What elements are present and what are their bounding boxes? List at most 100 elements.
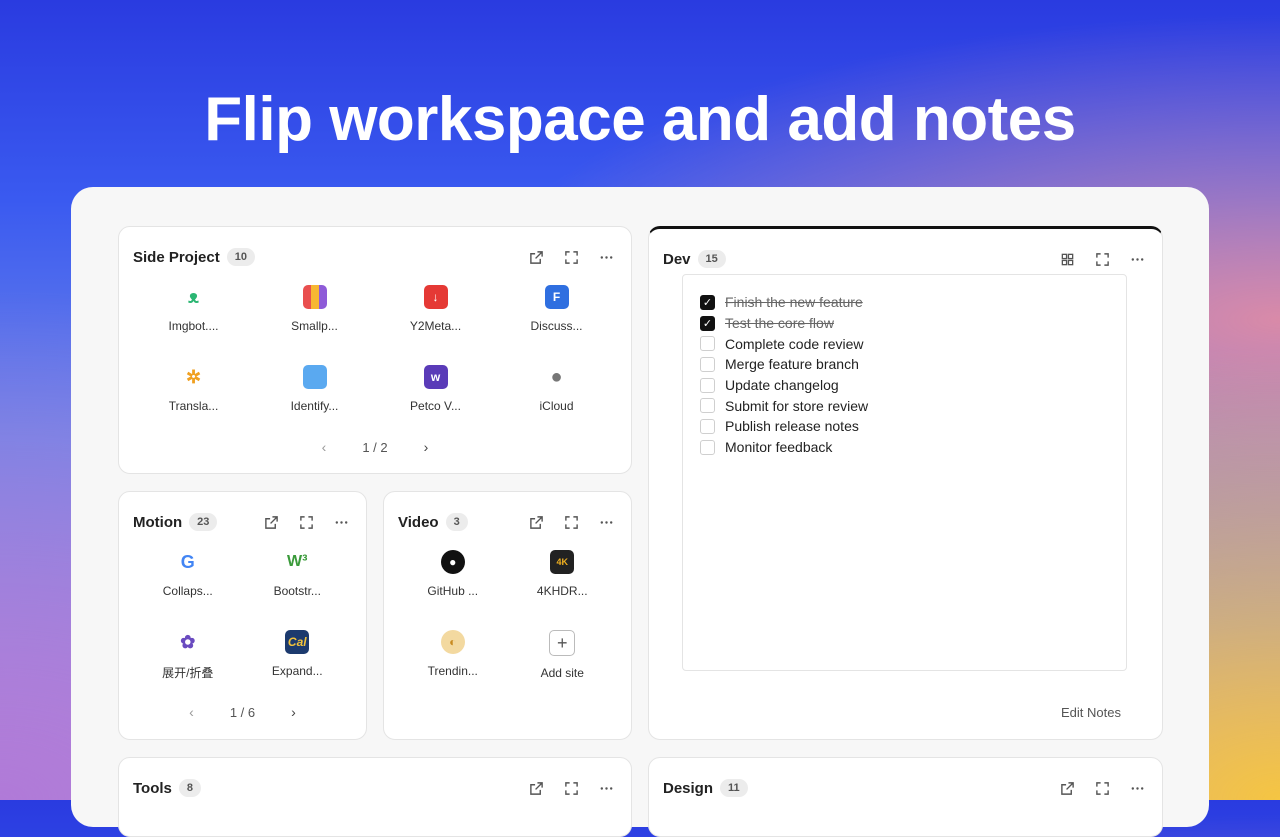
fullscreen-icon[interactable] [1092, 249, 1113, 270]
tile-label: Add site [540, 666, 584, 680]
todo-item[interactable]: Submit for store review [700, 395, 868, 416]
todo-checkbox[interactable]: ✓ [700, 315, 715, 331]
open-external-icon[interactable] [526, 247, 547, 268]
site-tile[interactable]: ✲ Transla... [133, 365, 254, 414]
todo-text: Complete code review [725, 335, 864, 352]
page-indicator: 1 / 2 [362, 439, 388, 455]
fullscreen-icon[interactable] [296, 512, 317, 533]
dots-ring-icon: ✿ [180, 631, 196, 652]
google-icon: G [180, 551, 195, 572]
count-badge: 11 [720, 779, 748, 797]
smallpdf-icon [302, 285, 327, 309]
card-title: Dev [663, 250, 691, 268]
tile-label: Petco V... [410, 399, 461, 413]
card-title: Design [663, 779, 714, 797]
site-tile[interactable]: ᴥ Imgbot.... [133, 285, 254, 334]
todo-item[interactable]: ✓ Finish the new feature [700, 292, 868, 313]
site-tile[interactable]: ● GitHub ... [398, 550, 508, 598]
tile-label: 4KHDR... [536, 584, 588, 598]
todo-text: Submit for store review [725, 397, 869, 414]
edit-notes-button[interactable]: Edit Notes [1061, 705, 1121, 720]
prev-page-icon[interactable]: ‹ [189, 704, 194, 720]
tile-label: Collaps... [162, 584, 213, 598]
site-tile[interactable]: w Petco V... [375, 365, 496, 413]
todo-item[interactable]: Merge feature branch [700, 354, 868, 375]
y2meta-icon: ↓ [423, 285, 448, 309]
translate-icon: ✲ [185, 366, 202, 387]
apple-icon: ● [550, 365, 563, 388]
count-badge: 8 [178, 779, 202, 797]
todo-text: Update changelog [725, 377, 839, 394]
notes-area[interactable]: ✓ Finish the new feature ✓ Test the core fl… [682, 274, 1127, 671]
todo-list: ✓ Finish the new feature ✓ Test the core fl… [700, 292, 868, 458]
card-video: Video 3 ● GitHub ... 4K 4KHDR... ◐ Trend… [383, 491, 632, 740]
open-external-icon[interactable] [1057, 778, 1078, 799]
more-icon[interactable] [596, 778, 617, 799]
todo-item[interactable]: Publish release notes [700, 416, 868, 437]
more-icon[interactable] [596, 512, 617, 533]
open-external-icon[interactable] [526, 778, 547, 799]
page-indicator: 1 / 6 [229, 704, 256, 720]
petco-icon: w [423, 365, 448, 389]
open-external-icon[interactable] [526, 512, 547, 533]
todo-text: Monitor feedback [725, 439, 833, 456]
site-tile[interactable]: ◐ Trendin... [398, 630, 508, 680]
trending-icon: ◐ [440, 630, 465, 654]
site-tile[interactable]: W³ Bootstr... [243, 550, 353, 598]
discuss-icon: F [544, 285, 569, 309]
todo-item[interactable]: Update changelog [700, 375, 868, 396]
pager: ‹ 1 / 2 › [119, 439, 631, 455]
site-tile[interactable]: F Discuss... [496, 285, 617, 333]
site-tile[interactable]: ● iCloud [496, 365, 617, 414]
more-icon[interactable] [1127, 249, 1148, 270]
count-badge: 23 [189, 513, 218, 531]
tile-label: Y2Meta... [409, 319, 462, 333]
fullscreen-icon[interactable] [1092, 778, 1113, 799]
tile-label: Identify... [290, 399, 339, 413]
more-icon[interactable] [596, 247, 617, 268]
next-page-icon[interactable]: › [424, 439, 429, 455]
open-external-icon[interactable] [261, 512, 282, 533]
todo-item[interactable]: Monitor feedback [700, 437, 868, 458]
todo-item[interactable]: ✓ Test the core flow [700, 313, 868, 334]
tile-label: Trendin... [427, 664, 478, 678]
todo-text: Finish the new feature [725, 294, 863, 311]
todo-checkbox[interactable] [700, 439, 715, 455]
fullscreen-icon[interactable] [561, 778, 582, 799]
site-tile[interactable]: ↓ Y2Meta... [375, 285, 496, 333]
next-page-icon[interactable]: › [291, 704, 296, 720]
more-icon[interactable] [331, 512, 352, 533]
todo-checkbox[interactable] [700, 398, 715, 414]
site-tile[interactable]: ✿ 展开/折叠 [133, 630, 243, 681]
site-tile[interactable]: Smallp... [254, 285, 375, 333]
todo-item[interactable]: Complete code review [700, 333, 868, 354]
todo-checkbox[interactable] [700, 356, 715, 372]
site-tile[interactable]: Cal Expand... [243, 630, 353, 681]
fullscreen-icon[interactable] [561, 247, 582, 268]
card-title: Video [398, 513, 439, 531]
more-icon[interactable] [1127, 778, 1148, 799]
count-badge: 10 [226, 248, 255, 266]
todo-text: Test the core flow [725, 315, 834, 332]
todo-checkbox[interactable]: ✓ [700, 294, 715, 310]
cal-icon: Cal [285, 630, 310, 654]
w3-icon: W³ [287, 553, 308, 570]
tile-label: Expand... [271, 664, 323, 678]
4khdr-icon: 4K [550, 550, 575, 574]
grid-view-icon[interactable] [1057, 249, 1078, 270]
site-tile[interactable]: 4K 4KHDR... [508, 550, 618, 598]
site-tile[interactable]: G Collaps... [133, 550, 243, 599]
plus-icon: + [549, 630, 576, 656]
todo-checkbox[interactable] [700, 377, 715, 393]
add-site-button[interactable]: + Add site [508, 630, 618, 680]
tile-label: GitHub ... [427, 584, 479, 598]
github-icon: ● [440, 550, 465, 574]
pager: ‹ 1 / 6 › [119, 704, 366, 720]
prev-page-icon[interactable]: ‹ [322, 439, 327, 455]
todo-checkbox[interactable] [700, 336, 715, 352]
card-tools: Tools 8 [118, 757, 632, 837]
fullscreen-icon[interactable] [561, 512, 582, 533]
todo-checkbox[interactable] [700, 418, 715, 434]
count-badge: 3 [445, 513, 468, 531]
site-tile[interactable]: Identify... [254, 365, 375, 413]
